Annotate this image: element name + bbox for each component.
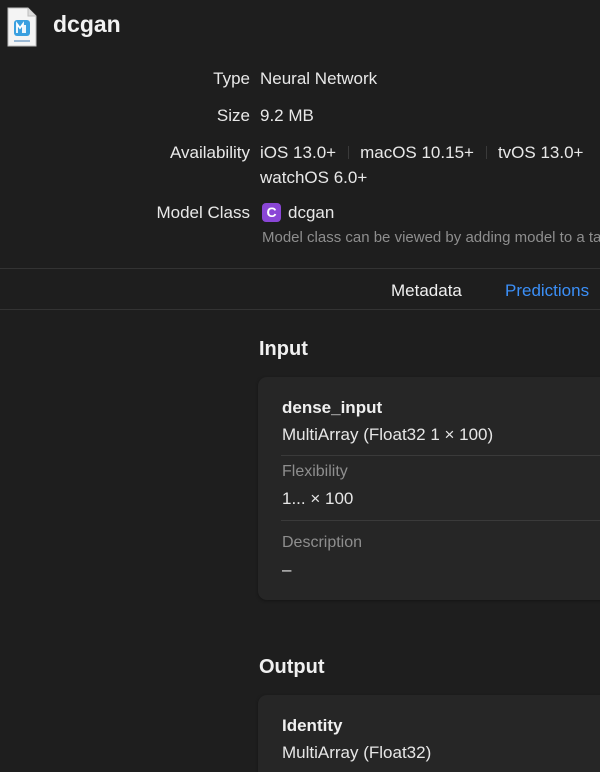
- availability-tvos: tvOS 13.0+: [497, 143, 584, 162]
- output-card: Identity MultiArray (Float32): [258, 695, 600, 772]
- mlmodel-file-icon: [6, 7, 37, 47]
- availability-watchos: watchOS 6.0+: [260, 168, 368, 187]
- tabs-top-divider: [0, 268, 600, 269]
- input-field-type: MultiArray (Float32 1 × 100): [282, 425, 494, 444]
- model-details-window: dcgan Type Neural Network Size 9.2 MB Av…: [0, 0, 600, 772]
- model-class-value[interactable]: dcgan: [288, 203, 334, 223]
- model-class-note: Model class can be viewed by adding mode…: [262, 229, 600, 246]
- size-value: 9.2 MB: [260, 106, 314, 125]
- output-field-type: MultiArray (Float32): [282, 743, 432, 762]
- type-value: Neural Network: [260, 69, 378, 88]
- model-title: dcgan: [53, 11, 121, 37]
- availability-separator: [348, 146, 350, 159]
- card-divider: [281, 455, 600, 456]
- model-class-label: Model Class: [156, 203, 250, 222]
- flexibility-label: Flexibility: [282, 463, 348, 480]
- output-section-title: Output: [259, 656, 325, 678]
- class-icon: C: [262, 203, 281, 222]
- availability-list: iOS 13.0+ macOS 10.15+ tvOS 13.0+: [260, 143, 583, 163]
- availability-ios: iOS 13.0+: [260, 143, 337, 162]
- size-label: Size: [216, 106, 250, 125]
- description-label: Description: [282, 534, 363, 551]
- tab-predictions[interactable]: Predictions: [505, 281, 589, 301]
- type-label: Type: [213, 69, 250, 88]
- availability-list-line2: watchOS 6.0+: [260, 168, 367, 188]
- input-section-title: Input: [259, 338, 308, 360]
- card-divider: [281, 520, 600, 521]
- availability-label: Availability: [169, 143, 250, 162]
- flexibility-value: 1... × 100: [282, 489, 354, 508]
- availability-macos: macOS 10.15+: [360, 143, 474, 162]
- tabs-bottom-divider: [0, 309, 600, 310]
- output-field-name: Identity: [282, 716, 343, 735]
- input-card: dense_input MultiArray (Float32 1 × 100)…: [258, 377, 600, 600]
- tab-metadata[interactable]: Metadata: [391, 281, 462, 301]
- description-value: –: [282, 560, 292, 579]
- availability-separator: [485, 146, 487, 159]
- input-field-name: dense_input: [282, 398, 383, 417]
